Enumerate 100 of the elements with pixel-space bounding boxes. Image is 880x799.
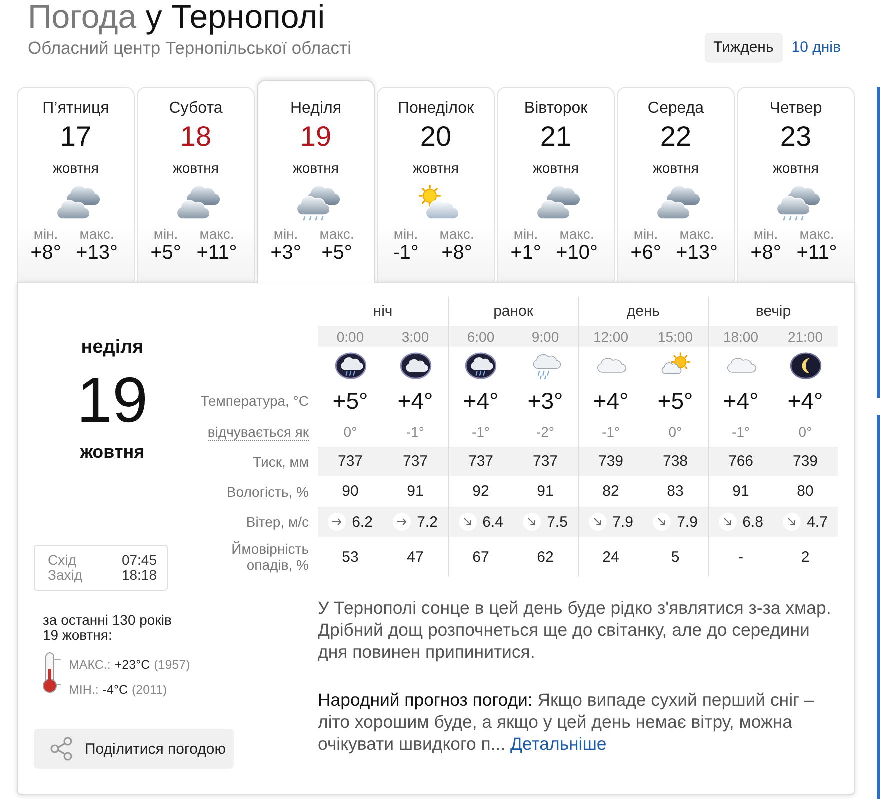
sun-time: 18:18: [122, 568, 157, 583]
month-label: жовтня: [412, 159, 460, 177]
feels-like-value: -1°: [602, 424, 620, 440]
weekday-label: Четвер: [768, 99, 824, 119]
range-tab[interactable]: Тиждень: [704, 33, 783, 63]
share-icon: [50, 737, 74, 761]
wind-speed: 6.4: [482, 514, 504, 530]
precipitation-value: 5: [671, 548, 680, 566]
month-label: жовтня: [292, 159, 340, 177]
sun-event-label: Схід: [48, 553, 76, 568]
min-temperature: +5°: [150, 242, 182, 264]
temperature-value: +3°: [528, 388, 564, 414]
weekday-label: Субота: [168, 99, 224, 119]
night-rain-cloud-icon: [334, 352, 366, 380]
page-title: Погода у Тернополі: [27, 0, 326, 34]
min-label: мін.: [152, 226, 180, 242]
page-subtitle: Обласний центр Тернопільської області: [27, 38, 352, 58]
temperature-value: +5°: [332, 388, 368, 414]
day-tab[interactable]: Вівторок 21 жовтня мін. макс. +1° +10°: [497, 87, 615, 282]
weekday-label: Понеділок: [396, 99, 476, 119]
month-label: жовтня: [52, 159, 100, 177]
min-label: мін.: [512, 226, 540, 242]
record-year: (2011): [132, 683, 168, 697]
month-label: жовтня: [532, 159, 580, 177]
day-tab[interactable]: П’ятниця 17 жовтня мін. макс. +8° +13°: [17, 87, 135, 282]
humidity-value: 83: [667, 483, 684, 500]
pressure-label: Тиск, мм: [252, 454, 310, 470]
max-temperature: +8°: [440, 242, 474, 264]
record-label: МАКС.:: [69, 658, 111, 672]
max-label: макс.: [438, 226, 476, 242]
max-label: макс.: [78, 226, 116, 242]
weekday-label: Неділя: [290, 99, 342, 119]
date-number: 17: [59, 121, 93, 153]
max-temperature: +11°: [796, 242, 838, 264]
time-cell: 3:00: [383, 326, 448, 347]
max-label: макс.: [678, 226, 716, 242]
precipitation-value: 67: [472, 548, 490, 566]
max-temperature: +13°: [675, 242, 719, 264]
humidity-value: 80: [797, 483, 814, 500]
temperature-value: +4°: [463, 388, 499, 414]
record-value: -4°C: [102, 683, 128, 697]
record-label: МІН.:: [69, 683, 99, 697]
time-cell: 18:00: [708, 326, 773, 347]
month-heading: жовтня: [79, 441, 146, 463]
humidity-value: 91: [732, 483, 750, 500]
wind-speed: 7.9: [612, 514, 634, 530]
wind-speed: 4.7: [807, 514, 828, 530]
history-caption: за останні 130 років 19 жовтня:: [43, 613, 173, 643]
pressure-cell: 739: [773, 447, 838, 476]
time-cell: 12:00: [578, 326, 643, 347]
temperature-value: +5°: [658, 388, 694, 414]
month-label: жовтня: [172, 159, 220, 177]
day-tab[interactable]: Неділя 19 жовтня мін. макс. +3° +5°: [257, 80, 375, 283]
min-label: мін.: [632, 226, 660, 242]
day-tab[interactable]: Субота 18 жовтня мін. макс. +5° +11°: [137, 87, 255, 282]
day-tab[interactable]: Четвер 23 жовтня мін. макс. +8° +11°: [737, 87, 855, 282]
wind-label: Вітер, м/с: [245, 514, 310, 530]
max-label: макс.: [198, 226, 236, 242]
crescent-moon-icon: [790, 352, 822, 380]
day-tab[interactable]: Середа 22 жовтня мін. макс. +6° +13°: [617, 87, 735, 282]
date-heading: 19: [76, 368, 150, 432]
pressure-cell: 737: [513, 447, 578, 476]
temperature-value: +4°: [593, 388, 629, 414]
wind-speed: 6.2: [352, 514, 373, 530]
feels-like-value: 0°: [668, 424, 682, 440]
max-label: макс.: [798, 226, 836, 242]
weekday-heading: неділя: [80, 337, 145, 359]
precipitation-value: 47: [407, 548, 424, 566]
max-label: макс.: [558, 226, 596, 242]
pressure-cell: 766: [708, 447, 773, 476]
temperature-value: +4°: [788, 388, 824, 414]
feels-like-value: 0°: [798, 424, 812, 440]
feels-like-value: -1°: [472, 424, 490, 440]
sun-time: 07:45: [122, 553, 157, 568]
date-number: 19: [299, 121, 333, 153]
share-button[interactable]: Поділитися погодою: [34, 729, 234, 769]
max-label: макс.: [318, 226, 356, 242]
precipitation-value: 24: [602, 548, 620, 566]
humidity-value: 90: [342, 483, 359, 500]
min-label: мін.: [32, 226, 60, 242]
humidity-value: 82: [602, 483, 620, 500]
record-year: (1957): [154, 658, 190, 672]
min-temperature: +8°: [30, 242, 62, 264]
feels-like-label: відчувається як: [208, 424, 309, 441]
date-number: 20: [419, 121, 453, 153]
feels-like-value: -2°: [536, 424, 555, 440]
temperature-value: +4°: [398, 388, 434, 414]
pressure-cell: 737: [383, 447, 448, 476]
humidity-value: 92: [472, 483, 490, 500]
range-tab[interactable]: 10 днів: [784, 33, 848, 63]
date-number: 21: [539, 121, 573, 153]
precipitation-value: 53: [342, 548, 359, 566]
pressure-cell: 738: [643, 447, 708, 476]
details-link[interactable]: Детальніше: [510, 734, 607, 754]
feels-like-value: -1°: [732, 424, 750, 440]
date-number: 22: [659, 121, 693, 153]
max-temperature: +13°: [75, 242, 119, 264]
period-label: ніч: [372, 302, 394, 322]
wind-speed: 7.2: [417, 514, 438, 530]
day-tab[interactable]: Понеділок 20 жовтня мін. макс. -1° +8°: [377, 87, 495, 282]
